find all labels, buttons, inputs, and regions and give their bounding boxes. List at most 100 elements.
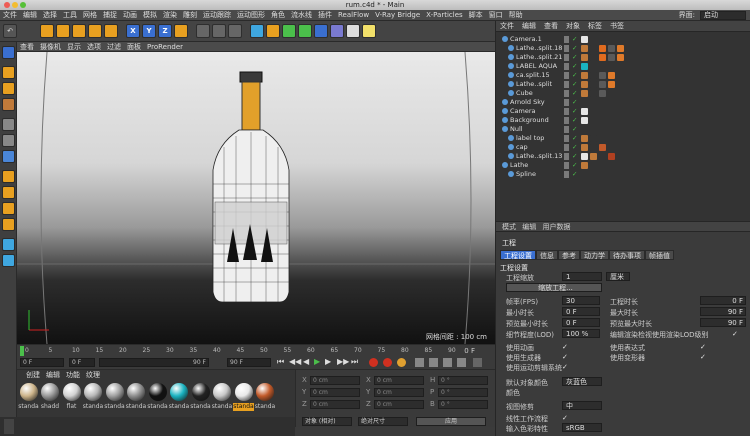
- menu-character[interactable]: 角色: [268, 10, 288, 21]
- select-tool-icon[interactable]: [40, 24, 54, 38]
- menu-help[interactable]: 帮助: [506, 10, 526, 21]
- camera-icon[interactable]: [346, 24, 360, 38]
- coordinate-field[interactable]: 0 cm: [374, 400, 424, 409]
- object-row[interactable]: Lathe..split.13 ✓: [496, 152, 750, 161]
- enabled-check-icon[interactable]: ✓: [572, 89, 577, 98]
- visibility-toggle-icon[interactable]: [564, 171, 569, 178]
- coordinate-field[interactable]: 0 cm: [310, 400, 360, 409]
- workplane-icon[interactable]: [2, 98, 15, 111]
- object-menu-edit[interactable]: 编辑: [518, 21, 540, 32]
- object-row[interactable]: Null ✓: [496, 125, 750, 134]
- material-tag-icon[interactable]: [617, 54, 624, 61]
- go-to-end-icon[interactable]: ⏭: [351, 357, 358, 367]
- material-tag-icon[interactable]: [581, 90, 588, 97]
- viewport-menu-options[interactable]: 选项: [84, 42, 104, 52]
- material-tag-icon[interactable]: [617, 45, 624, 52]
- project-setting-field[interactable]: 90 F: [700, 318, 746, 327]
- object-row[interactable]: Lathe..split.18 ✓: [496, 44, 750, 53]
- option-checkbox[interactable]: ✓: [700, 353, 706, 361]
- viewport-menu-prorender[interactable]: ProRender: [144, 42, 186, 52]
- object-menu-file[interactable]: 文件: [496, 21, 518, 32]
- menu-edit[interactable]: 编辑: [20, 10, 40, 21]
- visibility-toggle-icon[interactable]: [564, 162, 569, 169]
- viewport-menu-view[interactable]: 查看: [17, 42, 37, 52]
- axis-mode-icon[interactable]: [2, 170, 15, 183]
- menu-file[interactable]: 文件: [0, 10, 20, 21]
- playhead-marker[interactable]: [20, 346, 24, 356]
- menu-xparticles[interactable]: X-Particles: [423, 10, 465, 21]
- object-row[interactable]: Spline ✓: [496, 170, 750, 179]
- menu-realflow[interactable]: RealFlow: [335, 10, 372, 21]
- array-icon[interactable]: [298, 24, 312, 38]
- points-mode-icon[interactable]: [2, 118, 15, 131]
- model-mode-icon[interactable]: [2, 66, 15, 79]
- render-picture-viewer-icon[interactable]: [212, 24, 226, 38]
- apply-button[interactable]: 应用: [416, 417, 486, 426]
- enabled-check-icon[interactable]: ✓: [572, 98, 577, 107]
- menu-vray-bridge[interactable]: V-Ray Bridge: [372, 10, 423, 21]
- object-menu-view[interactable]: 查看: [540, 21, 562, 32]
- previous-key-icon[interactable]: ◀◀: [289, 357, 301, 366]
- lock-workplane-icon[interactable]: [2, 218, 15, 231]
- x-axis-lock-icon[interactable]: X: [126, 24, 140, 38]
- object-row[interactable]: Background ✓: [496, 116, 750, 125]
- visibility-toggle-icon[interactable]: [564, 108, 569, 115]
- attribute-tab[interactable]: 待办事项: [609, 250, 645, 260]
- visibility-toggle-icon[interactable]: [564, 99, 569, 106]
- object-row[interactable]: Lathe..split.21 ✓: [496, 53, 750, 62]
- attribute-menu-mode[interactable]: 模式: [502, 223, 516, 231]
- menu-snap[interactable]: 捕捉: [100, 10, 120, 21]
- visibility-toggle-icon[interactable]: [564, 54, 569, 61]
- object-row[interactable]: cap ✓: [496, 143, 750, 152]
- coordinate-mode-select[interactable]: 对象 (相对): [302, 417, 352, 426]
- material-swatch[interactable]: standa: [126, 383, 147, 411]
- menu-plugins[interactable]: 插件: [315, 10, 335, 21]
- viewport-menu-display[interactable]: 显示: [64, 42, 84, 52]
- minimize-window-button[interactable]: [12, 2, 18, 8]
- project-setting-field[interactable]: 30: [562, 296, 600, 305]
- option-checkbox[interactable]: ✓: [562, 343, 568, 351]
- coordinate-field[interactable]: 0 cm: [310, 376, 360, 385]
- object-row[interactable]: Cube ✓: [496, 89, 750, 98]
- coordinate-field[interactable]: 0 cm: [374, 376, 424, 385]
- material-tag-icon[interactable]: [581, 144, 588, 151]
- enabled-check-icon[interactable]: ✓: [572, 71, 577, 80]
- menu-sculpt[interactable]: 雕刻: [180, 10, 200, 21]
- visibility-toggle-icon[interactable]: [564, 81, 569, 88]
- maximize-window-button[interactable]: [20, 2, 26, 8]
- object-row[interactable]: label top ✓: [496, 134, 750, 143]
- key-param-icon[interactable]: [457, 358, 466, 367]
- visibility-toggle-icon[interactable]: [564, 45, 569, 52]
- 3d-viewport[interactable]: 网格间距 : 100 cm: [17, 52, 495, 344]
- material-tag-icon[interactable]: [581, 36, 588, 43]
- current-frame-field[interactable]: 0 F: [69, 358, 95, 367]
- enabled-check-icon[interactable]: ✓: [572, 53, 577, 62]
- z-axis-lock-icon[interactable]: Z: [158, 24, 172, 38]
- next-frame-icon[interactable]: ▶: [325, 357, 331, 366]
- material-tag-icon[interactable]: [581, 45, 588, 52]
- material-tag-icon[interactable]: [581, 108, 588, 115]
- default-color-select[interactable]: 灰蓝色: [562, 377, 602, 386]
- menu-pipeline[interactable]: 流水线: [288, 10, 315, 21]
- enabled-check-icon[interactable]: ✓: [572, 62, 577, 71]
- project-setting-checkbox[interactable]: ✓: [732, 330, 738, 338]
- menu-window[interactable]: 窗口: [486, 10, 506, 21]
- material-menu-function[interactable]: 功能: [63, 370, 83, 381]
- environment-icon[interactable]: [330, 24, 344, 38]
- attribute-tab[interactable]: 帧插值: [645, 250, 674, 260]
- material-tag-icon[interactable]: [599, 153, 606, 160]
- render-settings-icon[interactable]: [228, 24, 242, 38]
- material-tag-icon[interactable]: [590, 153, 597, 160]
- menu-motion-tracking[interactable]: 运动跟踪: [200, 10, 234, 21]
- project-setting-field[interactable]: 90 F: [700, 307, 746, 316]
- enabled-check-icon[interactable]: ✓: [572, 143, 577, 152]
- enabled-check-icon[interactable]: ✓: [572, 152, 577, 161]
- timeline-ruler[interactable]: 0 5 10 15 20 25 30 35 40 45 50 55 60 65 70 75 80 85 90 0 F: [17, 344, 495, 356]
- record-keys-icon[interactable]: [369, 358, 378, 367]
- object-row[interactable]: Camera.1 ✓: [496, 35, 750, 44]
- attribute-tab[interactable]: 工程设置: [500, 250, 536, 260]
- go-to-start-icon[interactable]: ⏮: [277, 357, 284, 367]
- material-tag-icon[interactable]: [590, 72, 597, 79]
- previous-frame-icon[interactable]: ◀: [303, 357, 309, 366]
- object-row[interactable]: Arnold Sky ✓: [496, 98, 750, 107]
